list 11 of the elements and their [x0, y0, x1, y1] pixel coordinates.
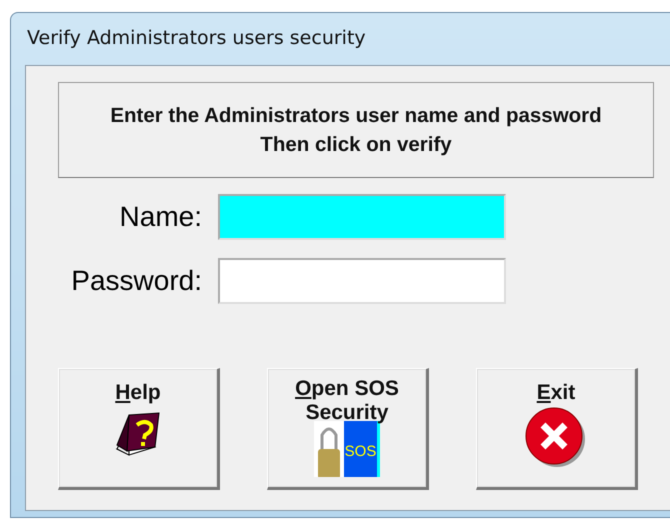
instruction-text: Then click on verify	[260, 132, 452, 158]
help-button[interactable]: Help	[58, 368, 220, 490]
field-label: Name:	[118, 201, 202, 233]
field-label: Password:	[70, 265, 202, 297]
close-icon	[525, 407, 587, 469]
exit-button[interactable]: Exit	[476, 368, 638, 490]
input-field[interactable]	[218, 194, 506, 240]
window-title: Verify Administrators users security	[27, 27, 366, 49]
input-field[interactable]	[218, 258, 506, 304]
sos-button[interactable]: Open SOS Security SOS	[267, 368, 429, 490]
instruction-text: Enter the Administrators user name and password	[110, 103, 602, 129]
